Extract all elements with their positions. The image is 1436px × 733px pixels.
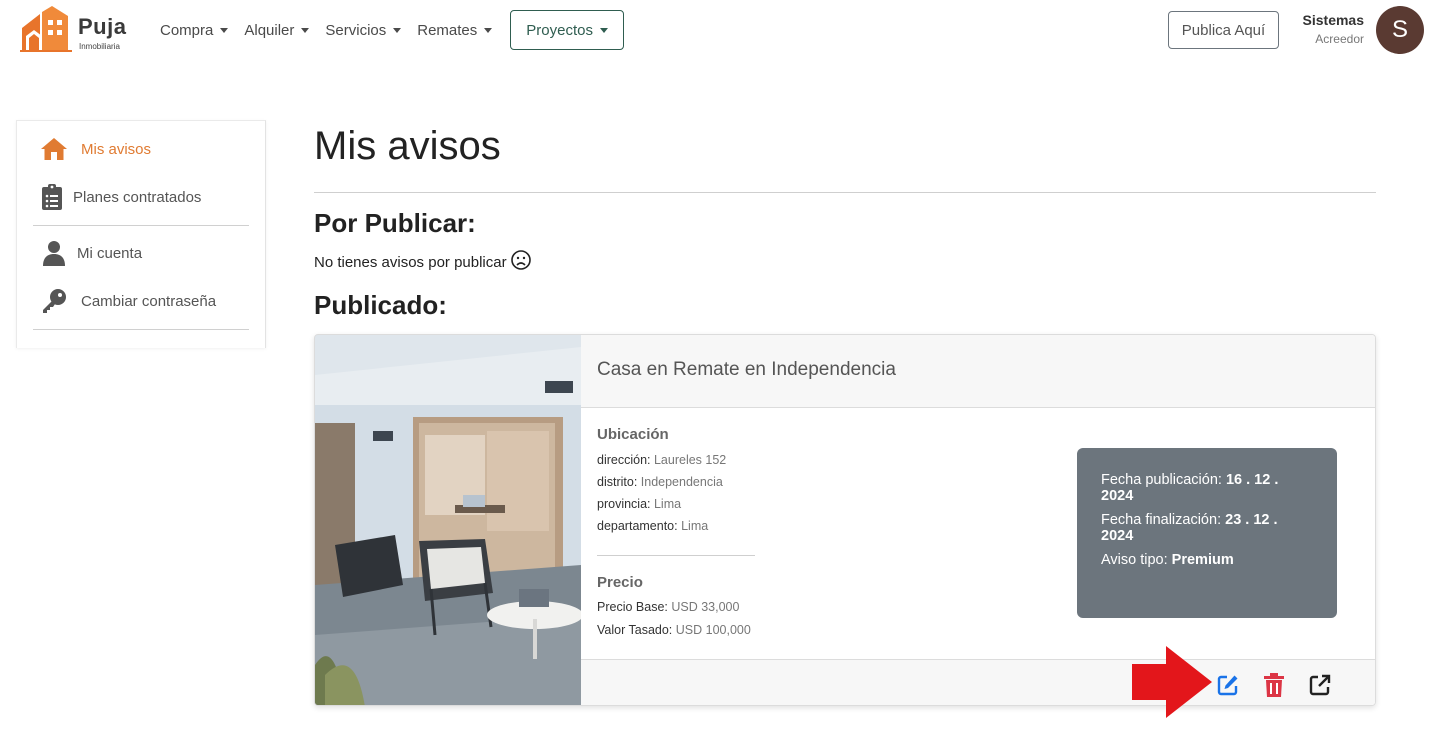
- field-value: USD 33,000: [671, 600, 740, 614]
- nav-remates[interactable]: Remates: [417, 21, 493, 39]
- location-field: distrito: Independencia: [597, 475, 723, 489]
- open-listing-button[interactable]: [1307, 672, 1333, 698]
- price-field: Precio Base: USD 33,000: [597, 600, 739, 614]
- field-key: Valor Tasado:: [597, 623, 673, 637]
- user-icon: [39, 239, 69, 267]
- brand-logo[interactable]: Puja Inmobiliaria: [20, 6, 135, 54]
- key-icon: [39, 287, 69, 315]
- title-divider: [314, 192, 1376, 193]
- price-field: Valor Tasado: USD 100,000: [597, 623, 751, 637]
- brand-subtitle: Inmobiliaria: [79, 42, 120, 51]
- sidebar: Mis avisos Planes contratados Mi cuenta: [16, 120, 266, 348]
- publication-date-label: Fecha publicación:: [1101, 472, 1222, 488]
- nav-alquiler-label: Alquiler: [244, 21, 295, 39]
- nav-alquiler[interactable]: Alquiler: [244, 21, 310, 39]
- field-key: distrito:: [597, 475, 638, 489]
- field-key: dirección:: [597, 453, 651, 467]
- field-value: Laureles 152: [653, 453, 727, 467]
- publish-button[interactable]: Publica Aquí: [1168, 11, 1279, 49]
- sidebar-item-label: Planes contratados: [73, 188, 202, 206]
- main-menu: Compra Alquiler Servicios Remates Proyec…: [160, 10, 640, 50]
- top-navbar: Puja Inmobiliaria Compra Alquiler Servic…: [0, 0, 1436, 60]
- body-divider: [597, 555, 755, 556]
- listing-type: Aviso tipo: Premium: [1101, 552, 1313, 568]
- red-arrow-icon: [1132, 646, 1212, 718]
- property-photo[interactable]: [315, 335, 581, 706]
- listing-type-value: Premium: [1171, 552, 1234, 568]
- sidebar-item-label: Mi cuenta: [77, 244, 143, 262]
- nav-proyectos-label: Proyectos: [526, 21, 593, 39]
- home-icon: [39, 135, 69, 163]
- sidebar-item-cambiar-contrasena[interactable]: Cambiar contraseña: [39, 287, 216, 315]
- chevron-down-icon: [393, 27, 402, 33]
- publication-date: Fecha publicación: 16 . 12 . 2024: [1101, 472, 1313, 504]
- sidebar-item-mi-cuenta[interactable]: Mi cuenta: [39, 239, 142, 267]
- field-key: departamento:: [597, 519, 678, 533]
- page-title: Mis avisos: [314, 124, 501, 168]
- trash-icon: [1264, 673, 1284, 697]
- edit-icon: [1217, 675, 1238, 696]
- nav-servicios[interactable]: Servicios: [325, 21, 402, 39]
- chevron-down-icon: [599, 27, 608, 33]
- field-key: provincia:: [597, 497, 651, 511]
- price-heading: Precio: [597, 574, 643, 591]
- field-value: Lima: [681, 519, 709, 533]
- location-field: provincia: Lima: [597, 497, 681, 511]
- chevron-down-icon: [301, 27, 310, 33]
- listing-actions: [581, 659, 1375, 705]
- nav-remates-label: Remates: [417, 21, 478, 39]
- sidebar-item-label: Mis avisos: [81, 140, 152, 158]
- field-value: Lima: [653, 497, 682, 511]
- external-link-icon: [1309, 674, 1331, 696]
- end-date-label: Fecha finalización:: [1101, 512, 1222, 528]
- sidebar-item-label: Cambiar contraseña: [81, 292, 217, 310]
- sidebar-divider: [33, 329, 249, 330]
- field-value: Independencia: [640, 475, 723, 489]
- empty-state: No tienes avisos por publicar: [314, 250, 531, 274]
- empty-state-text: No tienes avisos por publicar: [314, 253, 507, 271]
- end-date: Fecha finalización: 23 . 12 . 2024: [1101, 512, 1313, 544]
- field-key: Precio Base:: [597, 600, 668, 614]
- listing-title[interactable]: Casa en Remate en Independencia: [597, 359, 896, 381]
- nav-servicios-label: Servicios: [325, 21, 387, 39]
- sidebar-divider: [33, 225, 249, 226]
- sad-face-icon: [510, 250, 531, 274]
- publication-info-box: Fecha publicación: 16 . 12 . 2024 Fecha …: [1077, 448, 1337, 618]
- nav-compra[interactable]: Compra: [160, 21, 229, 39]
- brand-name: Puja: [78, 14, 127, 39]
- published-heading: Publicado:: [314, 290, 447, 320]
- house-logo-icon: [20, 6, 72, 52]
- chevron-down-icon: [220, 27, 229, 33]
- pending-heading: Por Publicar:: [314, 208, 476, 238]
- sidebar-item-mis-avisos[interactable]: Mis avisos: [39, 135, 151, 163]
- delete-button[interactable]: [1261, 672, 1287, 698]
- user-role: Acreedor: [1315, 32, 1364, 46]
- user-name[interactable]: Sistemas: [1303, 12, 1364, 28]
- location-field: departamento: Lima: [597, 519, 708, 533]
- listing-body: Ubicación dirección: Laureles 152 distri…: [581, 408, 1375, 659]
- field-value: USD 100,000: [675, 623, 751, 637]
- edit-button[interactable]: [1215, 672, 1241, 698]
- avatar[interactable]: S: [1376, 6, 1424, 54]
- sidebar-item-planes[interactable]: Planes contratados: [39, 183, 201, 211]
- location-heading: Ubicación: [597, 426, 669, 443]
- clipboard-list-icon: [41, 183, 63, 211]
- chevron-down-icon: [484, 27, 493, 33]
- listing-type-label: Aviso tipo:: [1101, 552, 1168, 568]
- location-field: dirección: Laureles 152: [597, 453, 726, 467]
- nav-proyectos[interactable]: Proyectos: [510, 10, 624, 50]
- listing-header: Casa en Remate en Independencia: [581, 335, 1375, 408]
- nav-compra-label: Compra: [160, 21, 214, 39]
- listing-card: Casa en Remate en Independencia Ubicació…: [314, 334, 1376, 706]
